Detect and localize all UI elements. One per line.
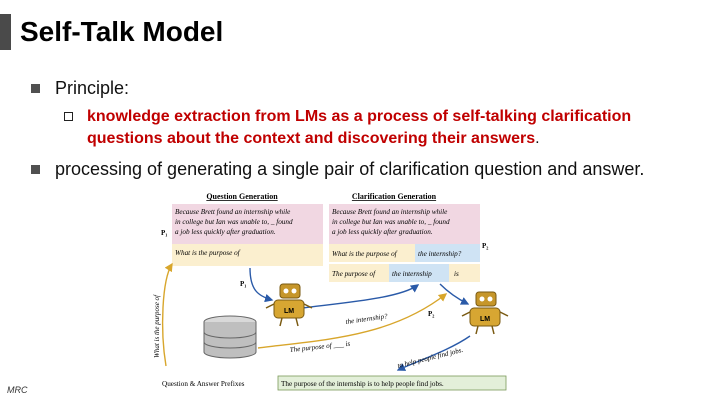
- lm-robot-icon: [461, 291, 509, 335]
- principle-definition-period: .: [535, 130, 540, 147]
- lm-robot-icon: [265, 283, 313, 327]
- cg-context-line-1: Because Brett found an internship while: [332, 208, 448, 216]
- title-accent-bar: [0, 14, 11, 50]
- cg-question-fill: the internship?: [418, 250, 462, 258]
- bullet-processing: processing of generating a single pair o…: [55, 159, 645, 179]
- qg-to-lm-arrow: [249, 267, 274, 303]
- p2-label-top: P₂: [482, 242, 488, 250]
- cg-context-line-3: a job less quickly after graduation.: [332, 228, 433, 236]
- lm-label-1: LM: [284, 308, 294, 315]
- arrow-purpose-label: The purpose of ___ is: [289, 340, 350, 354]
- bullet-marker: [31, 84, 40, 93]
- arrow-help-label: to help people find jobs.: [397, 346, 465, 370]
- cg-answer-suffix: is: [454, 270, 459, 278]
- database-icon: [203, 315, 257, 359]
- clarification-generation-title: Clarification Generation: [352, 192, 437, 201]
- final-answer: The purpose of the internship is to help…: [281, 380, 444, 388]
- cg-to-lm2-arrow: [439, 283, 470, 305]
- p1-label: P₁: [161, 229, 167, 237]
- lm-to-cg-arrow: [301, 284, 420, 309]
- qg-prompt: What is the purpose of: [175, 249, 241, 257]
- figure-canvas: Question Generation Clarification Genera…: [153, 192, 509, 391]
- p1-arrow-label: P₁: [240, 280, 246, 288]
- cg-answer-prefix: The purpose of: [332, 270, 376, 278]
- cg-question-prefix: What is the purpose of: [332, 250, 398, 258]
- arrow-internship-label: the internship?: [345, 312, 388, 326]
- vertical-question-label: What is the purpose of: [153, 294, 161, 358]
- footer-label: MRC: [7, 385, 28, 395]
- cg-context-line-2: in college but Ian was unable to, _ foun…: [332, 218, 450, 226]
- principle-definition-text: knowledge extraction from LMs as a proce…: [87, 108, 632, 147]
- principle-definition: knowledge extraction from LMs as a proce…: [87, 106, 707, 150]
- qg-context-line-3: a job less quickly after graduation.: [175, 228, 276, 236]
- qg-context-line-1: Because Brett found an internship while: [175, 208, 291, 216]
- sub-bullet-marker: [64, 112, 73, 121]
- p2-arrow-label: P₂: [428, 310, 434, 318]
- qa-prefixes-label: Question & Answer Prefixes: [162, 380, 245, 388]
- cg-answer-fill: the internship: [392, 270, 432, 278]
- self-talk-figure: Question Generation Clarification Genera…: [150, 190, 512, 396]
- slide-title: Self-Talk Model: [20, 16, 224, 47]
- bullet-principle: Principle:: [55, 78, 130, 98]
- db-to-qg-arrow: [161, 262, 173, 367]
- lm-label-2: LM: [480, 316, 490, 323]
- question-generation-title: Question Generation: [206, 192, 278, 201]
- qg-context-line-2: in college but Ian was unable to, _ foun…: [175, 218, 293, 226]
- bullet-marker: [31, 165, 40, 174]
